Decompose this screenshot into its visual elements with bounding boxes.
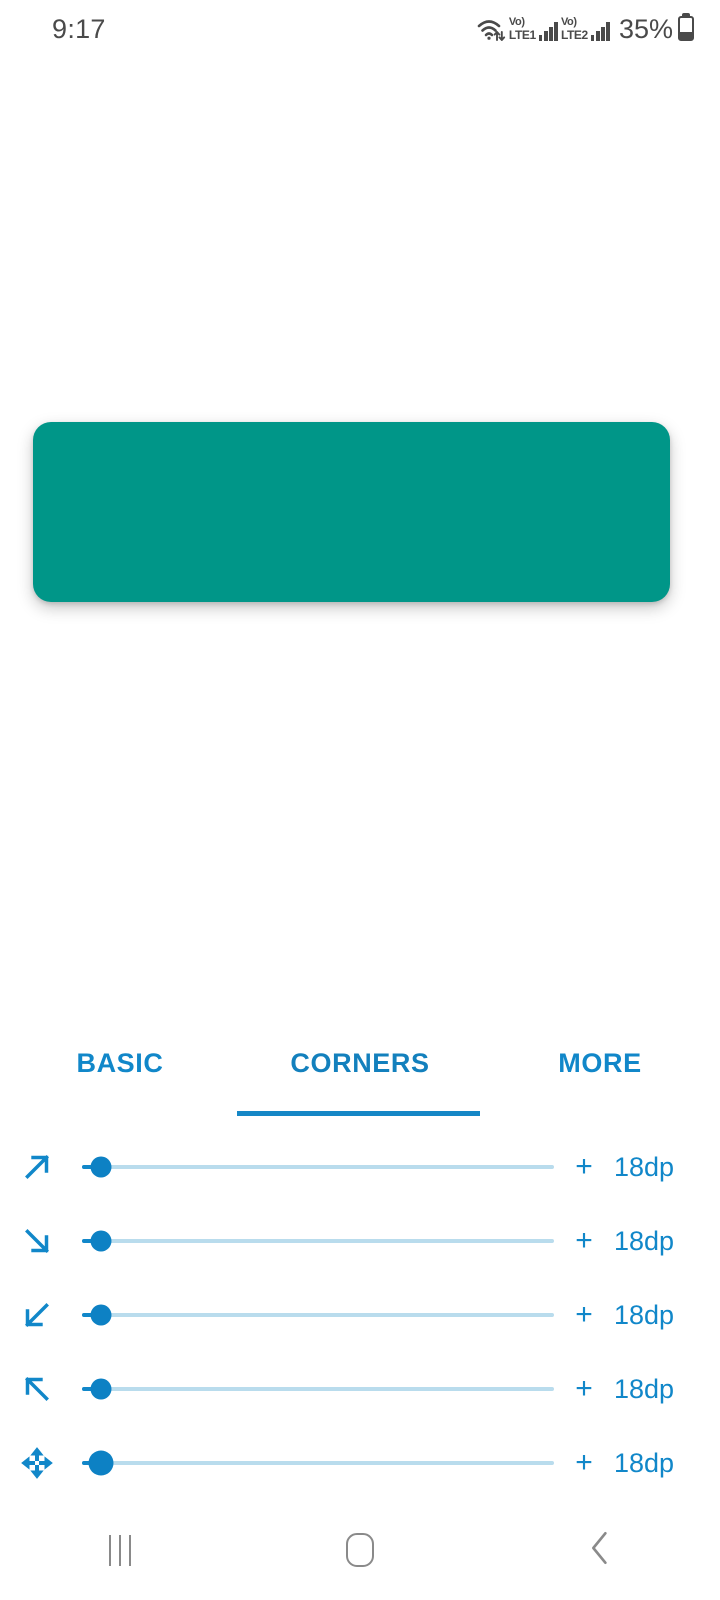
corner-slider-bottom-right[interactable] xyxy=(82,1221,554,1261)
shape-preview[interactable] xyxy=(33,422,670,602)
battery-percent-label: 35% xyxy=(618,13,673,44)
slider-track xyxy=(82,1461,554,1465)
arrow-down-right-icon xyxy=(10,1222,64,1260)
sim1-lte-label: LTE1 xyxy=(508,28,536,42)
sim1-vo-label: Vo) xyxy=(508,16,525,28)
sim1-signal-bars xyxy=(538,21,558,41)
slider-thumb[interactable] xyxy=(90,1156,112,1178)
slider-thumb[interactable] xyxy=(88,1450,114,1476)
slider-thumb[interactable] xyxy=(90,1230,112,1252)
slider-row-bottom-right: + 18dp xyxy=(0,1204,720,1278)
corner-slider-top-left[interactable] xyxy=(82,1369,554,1409)
increment-button-bottom-right[interactable]: + xyxy=(564,1226,604,1256)
slider-track xyxy=(82,1313,554,1317)
status-icons: Vo) LTE1 Vo) LTE2 35% xyxy=(476,14,694,45)
recents-icon xyxy=(109,1534,131,1566)
slider-row-bottom-left: + 18dp xyxy=(0,1278,720,1352)
arrow-down-left-icon xyxy=(10,1296,64,1334)
value-label-top-right: 18dp xyxy=(614,1151,675,1182)
home-icon xyxy=(346,1533,374,1567)
tab-corners[interactable]: CORNERS xyxy=(240,1048,480,1089)
value-label-top-left: 18dp xyxy=(614,1373,675,1404)
sim1-signal: Vo) LTE1 xyxy=(509,17,558,41)
status-bar: 9:17 Vo) LTE1 Vo) LTE2 35% xyxy=(0,0,720,58)
arrow-up-right-icon xyxy=(10,1148,64,1186)
corner-slider-bottom-left[interactable] xyxy=(82,1295,554,1335)
value-label-bottom-right: 18dp xyxy=(614,1225,675,1256)
corner-slider-all-corners[interactable] xyxy=(82,1443,554,1483)
slider-row-all-corners: + 18dp xyxy=(0,1426,720,1500)
slider-track xyxy=(82,1387,554,1391)
wifi-icon xyxy=(476,16,506,42)
back-button[interactable] xyxy=(480,1528,720,1573)
system-navigation-bar xyxy=(0,1500,720,1600)
slider-row-top-right: + 18dp xyxy=(0,1130,720,1204)
tab-indicator xyxy=(237,1111,480,1116)
move-all-directions-icon xyxy=(10,1443,64,1483)
arrow-up-left-icon xyxy=(10,1370,64,1408)
sim2-signal-bars xyxy=(590,21,610,41)
shape-preview-area xyxy=(0,58,720,1020)
corner-slider-list: + 18dp + 18dp + 18dp + 18dp + 18dp xyxy=(0,1116,720,1500)
back-icon xyxy=(583,1528,617,1573)
slider-track xyxy=(82,1239,554,1243)
slider-thumb[interactable] xyxy=(90,1304,112,1326)
slider-track xyxy=(82,1165,554,1169)
home-button[interactable] xyxy=(240,1533,480,1567)
sim2-signal: Vo) LTE2 xyxy=(561,17,610,41)
value-label-all-corners: 18dp xyxy=(614,1447,675,1478)
slider-row-top-left: + 18dp xyxy=(0,1352,720,1426)
tab-basic[interactable]: BASIC xyxy=(0,1048,240,1089)
tab-bar: BASIC CORNERS MORE xyxy=(0,1020,720,1116)
slider-thumb[interactable] xyxy=(90,1378,112,1400)
increment-button-top-right[interactable]: + xyxy=(564,1152,604,1182)
tab-more[interactable]: MORE xyxy=(480,1048,720,1089)
sim2-volte-badge: Vo) LTE2 xyxy=(560,16,588,42)
increment-button-all-corners[interactable]: + xyxy=(564,1448,604,1478)
battery-icon xyxy=(678,16,694,41)
corner-slider-top-right[interactable] xyxy=(82,1147,554,1187)
phone-screen: 9:17 Vo) LTE1 Vo) LTE2 35% BASIC CORNERS… xyxy=(0,0,720,1600)
sim2-lte-label: LTE2 xyxy=(560,28,588,42)
sim1-volte-badge: Vo) LTE1 xyxy=(508,16,536,42)
value-label-bottom-left: 18dp xyxy=(614,1299,675,1330)
increment-button-top-left[interactable]: + xyxy=(564,1374,604,1404)
recents-button[interactable] xyxy=(0,1534,240,1566)
sim2-vo-label: Vo) xyxy=(560,16,577,28)
increment-button-bottom-left[interactable]: + xyxy=(564,1300,604,1330)
status-clock: 9:17 xyxy=(52,13,106,44)
